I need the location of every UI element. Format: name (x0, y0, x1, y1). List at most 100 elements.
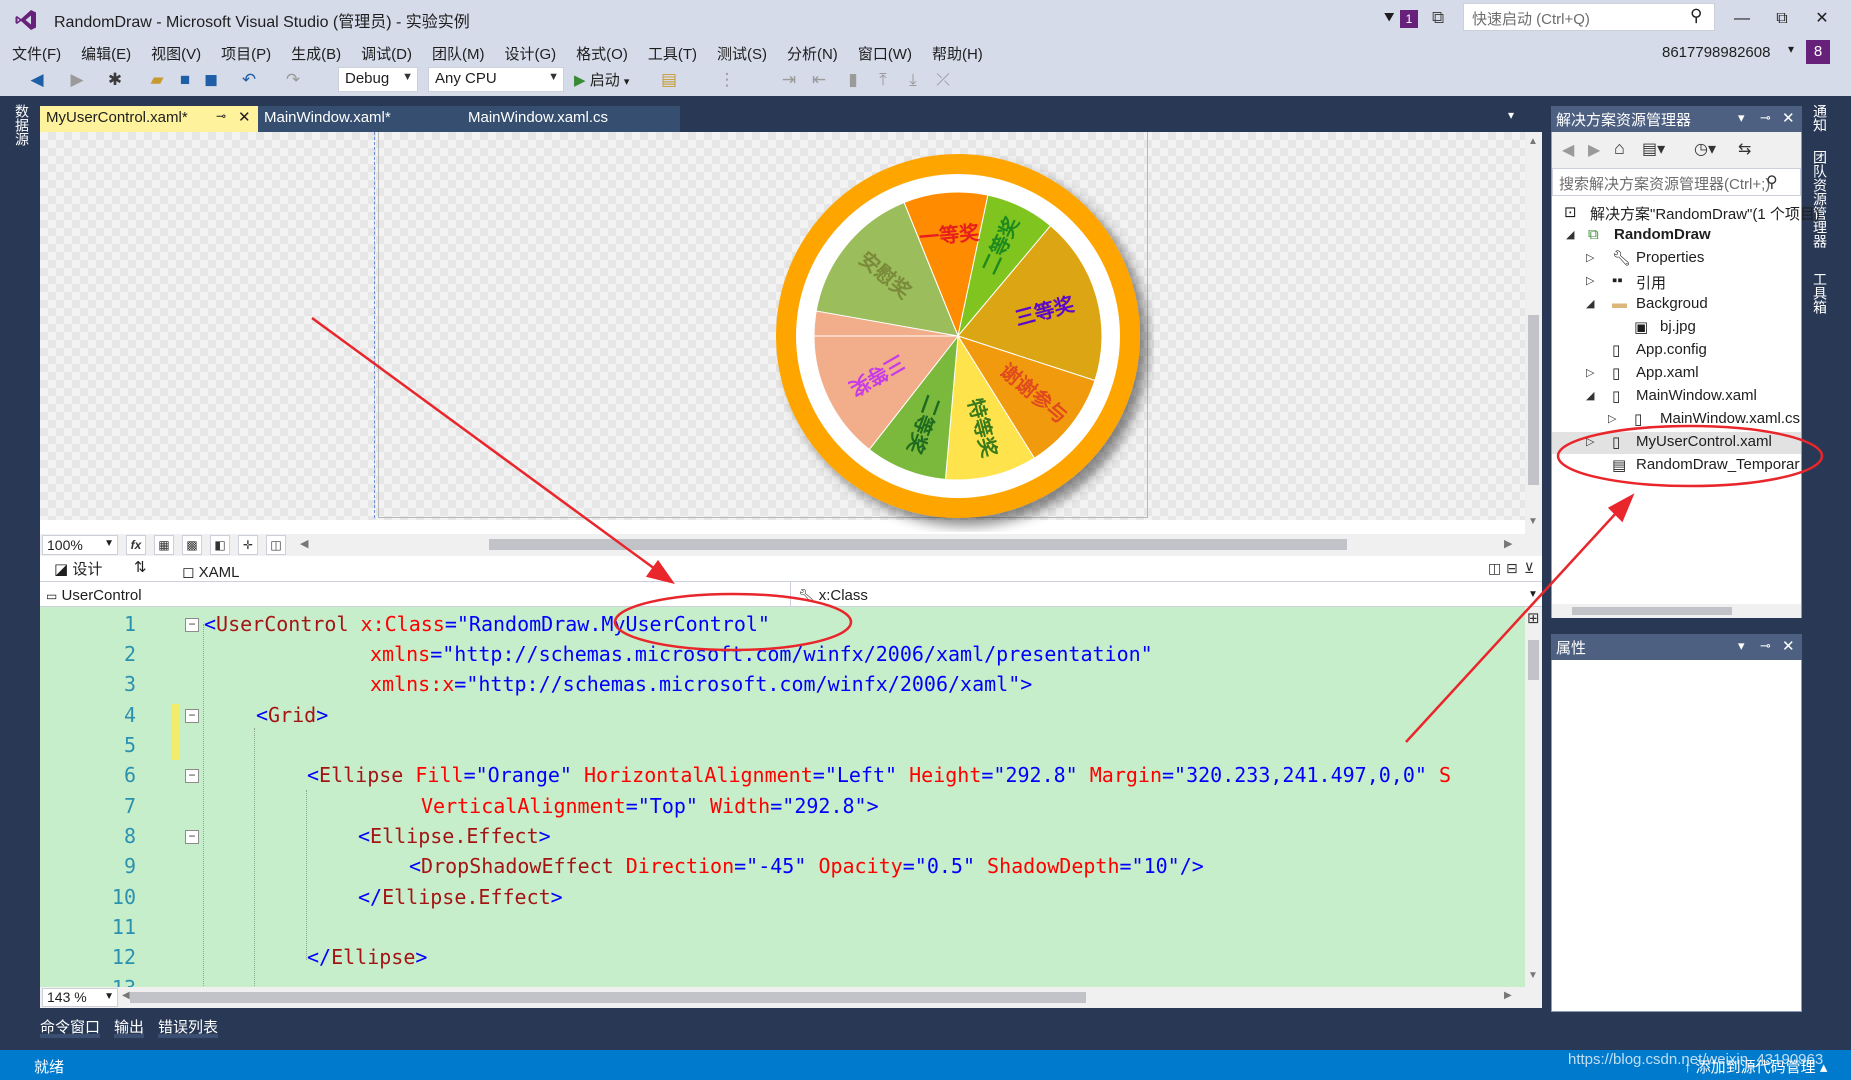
scroll-right-icon[interactable]: ▶ (1504, 990, 1512, 1001)
tree-item-references[interactable]: 引用 (1636, 272, 1666, 293)
horizontal-split-icon[interactable]: ⊟ (1506, 560, 1518, 577)
pin-icon[interactable]: ⊸ (1760, 638, 1771, 654)
collapsed-arrow-icon[interactable]: ▷ (1586, 274, 1594, 287)
tab-myusercontrol-xaml[interactable]: MyUserControl.xaml* ⊸ ✕ (40, 106, 258, 132)
xaml-view-tab[interactable]: ◻ XAML (182, 563, 239, 581)
collapse-icon[interactable]: − (185, 769, 199, 783)
menu-help[interactable]: 帮助(H) (932, 43, 983, 64)
new-project-icon[interactable]: ✱ (104, 70, 126, 90)
home-icon[interactable]: ⌂ (1614, 138, 1625, 159)
tree-item-myusercontrol-xaml[interactable]: MyUserControl.xaml (1636, 433, 1772, 450)
tab-output[interactable]: 输出 (114, 1016, 145, 1038)
close-window-button[interactable]: ✕ (1802, 6, 1842, 32)
tab-mainwindow-xaml-cs[interactable]: MainWindow.xaml.cs (462, 106, 680, 132)
chevron-down-icon[interactable]: ▼ (1528, 589, 1538, 600)
menu-format[interactable]: 格式(O) (576, 43, 628, 64)
split-editor-icon[interactable]: ⊞ (1527, 609, 1540, 627)
scroll-up-icon[interactable]: ▲ (1528, 136, 1538, 147)
collapse-icon[interactable]: − (185, 709, 199, 723)
quick-launch-input[interactable]: 快速启动 (Ctrl+Q) (1463, 3, 1715, 31)
sync-icon[interactable]: ⇆ (1738, 139, 1751, 159)
redo-icon[interactable]: ↷ (282, 70, 304, 90)
menu-design[interactable]: 设计(G) (504, 43, 556, 64)
designer-horizontal-scroll-thumb[interactable] (489, 539, 1347, 550)
expand-arrow-icon[interactable]: ◢ (1566, 228, 1574, 241)
attach-icon[interactable]: ▤ (658, 70, 680, 90)
collapse-icon[interactable]: − (185, 830, 199, 844)
pin-icon[interactable]: ⊸ (216, 109, 226, 123)
designer-zoom-select[interactable]: 100% ▼ (42, 535, 118, 555)
tree-item-bj-jpg[interactable]: bj.jpg (1660, 318, 1696, 335)
designer-scroll-thumb[interactable] (1528, 315, 1539, 485)
collapsed-arrow-icon[interactable]: ▷ (1586, 251, 1594, 264)
save-icon[interactable]: ■ (174, 70, 196, 90)
toolbox-tab[interactable]: 工具箱 (1810, 272, 1830, 314)
close-tab-icon[interactable]: ✕ (238, 108, 251, 126)
tree-item-temporary-key[interactable]: RandomDraw_TemporaryKey.pfx (1636, 456, 1800, 473)
code-horizontal-scroll-thumb[interactable] (130, 992, 1086, 1003)
scroll-left-icon[interactable]: ◀ (300, 537, 308, 550)
project-code-icon[interactable]: ◫ (266, 535, 286, 555)
platform-select[interactable]: Any CPU ▼ (428, 67, 564, 92)
menu-file[interactable]: 文件(F) (12, 43, 61, 64)
formula-toggle-icon[interactable]: fx (126, 535, 146, 555)
chevron-down-icon[interactable]: ▾ (1788, 42, 1794, 56)
forward-icon[interactable]: ▶ (66, 70, 88, 90)
account-avatar[interactable]: 8 (1806, 40, 1830, 64)
notification-badge[interactable]: 1 (1400, 10, 1418, 28)
configuration-select[interactable]: Debug ▼ (338, 67, 418, 92)
code-scroll-thumb[interactable] (1528, 640, 1539, 680)
minimize-button[interactable]: — (1722, 6, 1762, 32)
search-icon[interactable]: ⚲ (1766, 172, 1778, 192)
undo-icon[interactable]: ↶ (238, 70, 260, 90)
panel-menu-icon[interactable]: ▾ (1738, 638, 1745, 654)
prize-wheel[interactable]: 一等奖二等奖三等奖谢谢参与特等奖二等奖三等奖安慰奖 (776, 154, 1154, 532)
feedback-icon[interactable]: ⧉ (1432, 8, 1444, 28)
collapsed-arrow-icon[interactable]: ▷ (1586, 435, 1594, 448)
pending-changes-icon[interactable]: ◷▾ (1694, 139, 1716, 159)
tab-overflow-icon[interactable]: ▾ (1508, 108, 1514, 122)
design-view-tab[interactable]: ◪ 设计 (54, 558, 102, 579)
tree-item-properties[interactable]: Properties (1636, 249, 1704, 266)
expand-arrow-icon[interactable]: ◢ (1586, 389, 1594, 402)
forward-icon[interactable]: ▶ (1588, 140, 1600, 160)
filter-icon[interactable]: ⯆ (1382, 8, 1396, 29)
menu-build[interactable]: 生成(B) (291, 43, 341, 64)
menu-analyze[interactable]: 分析(N) (787, 43, 838, 64)
team-explorer-tab[interactable]: 团队资源管理器 (1810, 150, 1830, 248)
tab-mainwindow-xaml[interactable]: MainWindow.xaml* (258, 106, 462, 132)
member-selector[interactable]: 🔧︎ x:Class (798, 587, 868, 604)
menu-window[interactable]: 窗口(W) (858, 43, 912, 64)
open-folder-icon[interactable]: ▰ (146, 70, 168, 90)
tree-item-app-xaml[interactable]: App.xaml (1636, 364, 1699, 381)
expand-arrow-icon[interactable]: ◢ (1586, 297, 1594, 310)
comment-icon[interactable]: ⋮ (716, 70, 738, 90)
back-icon[interactable]: ◀ (26, 70, 48, 90)
menu-debug[interactable]: 调试(D) (361, 43, 412, 64)
scroll-left-icon[interactable]: ◀ (122, 990, 130, 1001)
tree-item-mainwindow-xaml[interactable]: MainWindow.xaml (1636, 387, 1757, 404)
element-selector[interactable]: ▭ UserControl (46, 587, 142, 604)
menu-project[interactable]: 项目(P) (221, 43, 271, 64)
collapsed-arrow-icon[interactable]: ▷ (1586, 366, 1594, 379)
solution-search-input[interactable]: 搜索解决方案资源管理器(Ctrl+;) (1552, 168, 1801, 196)
next-bookmark-icon[interactable]: ⤓ (902, 70, 924, 90)
bookmark-icon[interactable]: ▮ (842, 70, 864, 90)
notifications-tab[interactable]: 通知 (1810, 104, 1830, 132)
scroll-right-icon[interactable]: ▶ (1504, 537, 1512, 550)
artboard-background-icon[interactable]: ◧ (210, 535, 230, 555)
tree-item-project[interactable]: RandomDraw (1614, 226, 1711, 243)
snap-grid-icon[interactable]: ▩ (182, 535, 202, 555)
switch-views-icon[interactable]: ▤▾ (1642, 139, 1665, 159)
menu-view[interactable]: 视图(V) (151, 43, 201, 64)
swap-panes-button[interactable]: ⇅ (134, 558, 147, 576)
menu-team[interactable]: 团队(M) (432, 43, 485, 64)
tab-command-window[interactable]: 命令窗口 (40, 1016, 101, 1038)
save-all-icon[interactable]: ◼ (200, 70, 222, 90)
restore-button[interactable]: ⧉ (1762, 6, 1802, 32)
scroll-down-icon[interactable]: ▼ (1528, 970, 1538, 981)
grid-icon[interactable]: ▦ (154, 535, 174, 555)
code-zoom-select[interactable]: 143 % ▼ (42, 988, 118, 1007)
menu-test[interactable]: 测试(S) (717, 43, 767, 64)
tree-item-folder-backgroud[interactable]: Backgroud (1636, 295, 1708, 312)
